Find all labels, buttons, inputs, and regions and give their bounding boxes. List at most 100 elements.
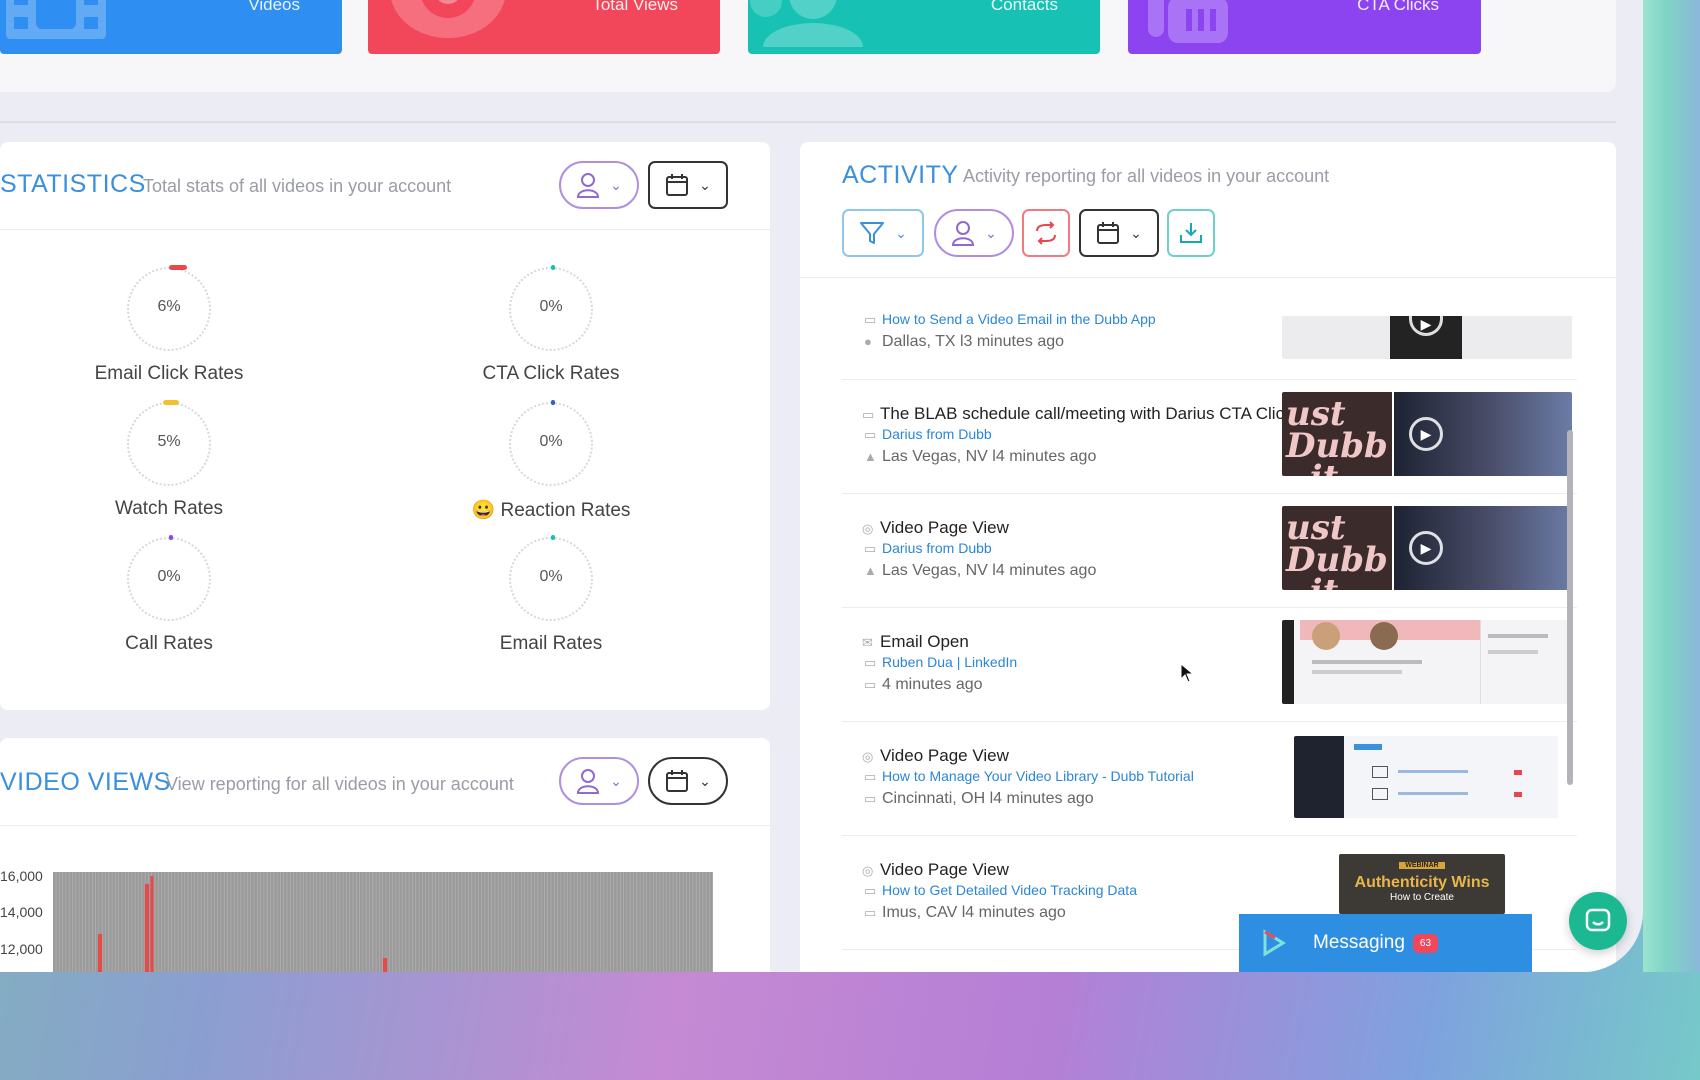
desktop-icon: ▭ <box>864 791 877 806</box>
activity-row-link[interactable]: ▭ Darius from Dubb <box>864 426 992 443</box>
webinar-headline: Authenticity Wins <box>1354 874 1490 891</box>
activity-row[interactable]: ✉ Email Open ▭ Ruben Dua | LinkedIn ▭ 4 min… <box>842 608 1577 722</box>
activity-row[interactable]: ▭ The BLAB schedule call/meeting with Dar… <box>842 380 1577 494</box>
activity-row-meta: ▭ Cincinnati, OH l4 minutes ago <box>864 790 1094 808</box>
activity-download-button[interactable] <box>1167 209 1215 257</box>
meta-text: Imus, CAV l4 minutes ago <box>882 904 1066 921</box>
activity-row[interactable]: ◎ Video Page View ▭ Darius from Dubb ▲ Las … <box>842 494 1577 608</box>
link-text[interactable]: How to Manage Your Video Library - Dubb … <box>882 768 1194 784</box>
chat-launcher-button[interactable] <box>1569 892 1627 950</box>
title-text: Video Page View <box>880 746 1009 765</box>
thumbnail-text-line <box>1312 660 1422 664</box>
gauge-value: 6% <box>157 298 181 315</box>
kpi-card-contacts[interactable]: Contacts <box>748 0 1100 54</box>
video-views-date-filter[interactable]: ⌄ <box>648 757 728 805</box>
chevron-down-icon: ⌄ <box>699 176 711 193</box>
link-text[interactable]: Darius from Dubb <box>882 540 992 556</box>
chevron-down-icon: ⌄ <box>610 772 622 789</box>
link-text[interactable]: Darius from Dubb <box>882 426 992 442</box>
activity-refresh-button[interactable] <box>1022 209 1070 257</box>
activity-scrollbar[interactable] <box>1567 430 1573 785</box>
thumbnail-badge <box>1514 792 1522 797</box>
android-icon: ▲ <box>864 449 877 464</box>
gauge-ring: 0% <box>127 535 211 621</box>
meta-text: Las Vegas, NV l4 minutes ago <box>882 562 1097 579</box>
activity-row-link[interactable]: ▭ How to Get Detailed Video Tracking Data <box>864 882 1137 899</box>
gauge-ring: 0% <box>509 535 593 621</box>
thumbnail-badge <box>1514 770 1522 775</box>
activity-row[interactable]: ▭ How to Send a Video Email in the Dubb A… <box>842 278 1577 380</box>
video-thumbnail[interactable]: ▶ <box>1282 316 1572 359</box>
calendar-icon <box>666 174 689 196</box>
title-text: Video Page View <box>880 518 1009 537</box>
statistics-subtitle: Total stats of all videos in your accoun… <box>143 176 452 196</box>
video-icon: ▭ <box>864 427 877 442</box>
activity-row-link[interactable]: ▭ How to Send a Video Email in the Dubb A… <box>864 311 1156 328</box>
chevron-down-icon: ⌄ <box>1130 224 1142 241</box>
video-views-user-filter[interactable]: ⌄ <box>559 757 639 805</box>
link-text[interactable]: How to Get Detailed Video Tracking Data <box>882 882 1137 898</box>
activity-row-meta: ▲ Las Vegas, NV l4 minutes ago <box>864 562 1096 580</box>
activity-row-meta: ▲ Las Vegas, NV l4 minutes ago <box>864 448 1096 466</box>
webinar-thumbnail[interactable]: WEBINAR Authenticity Wins How to Create <box>1339 854 1505 914</box>
thumbnail-sidebar <box>1294 736 1344 818</box>
apple-icon: ● <box>864 334 872 349</box>
smiley-icon: 😀 <box>471 500 496 521</box>
messaging-bar[interactable]: Messaging 63 <box>1239 914 1532 972</box>
gauge-value: 0% <box>539 568 563 585</box>
download-icon <box>1180 223 1202 243</box>
activity-subtitle: Activity reporting for all videos in you… <box>963 166 1330 186</box>
play-icon: ▶ <box>1409 417 1443 451</box>
statistics-card: STATISTICS Total stats of all videos in … <box>0 142 770 710</box>
video-thumbnail[interactable]: ustDubb it ▶ <box>1282 392 1572 476</box>
gauge-mark <box>551 265 555 270</box>
messaging-badge: 63 <box>1412 933 1439 953</box>
user-icon <box>952 221 975 246</box>
video-views-header: VIDEO VIEWS View reporting for all video… <box>0 738 770 826</box>
gauge-reaction-rates: 0% 😀 Reaction Rates <box>451 400 651 522</box>
kpi-card-cta-clicks[interactable]: CTA Clicks <box>1128 0 1481 54</box>
activity-title: ACTIVITY <box>842 161 959 189</box>
webinar-sub: How to Create <box>1390 892 1454 903</box>
video-thumbnail[interactable]: ustDubb it ▶ <box>1282 506 1572 590</box>
section-divider <box>0 121 1616 123</box>
activity-row-link[interactable]: ▭ Darius from Dubb <box>864 540 992 557</box>
thumbnail-divider <box>1480 620 1481 704</box>
activity-user-filter[interactable]: ⌄ <box>934 209 1014 257</box>
kpi-label: Contacts <box>990 0 1058 14</box>
mouse-cursor-icon <box>1180 663 1194 683</box>
video-icon: ▭ <box>864 655 877 670</box>
link-text[interactable]: Ruben Dua | LinkedIn <box>882 654 1017 670</box>
chart-plot <box>53 872 713 972</box>
messaging-label: Messaging <box>1313 932 1405 953</box>
activity-type-filter[interactable]: ⌄ <box>842 209 924 257</box>
activity-row-link[interactable]: ▭ Ruben Dua | LinkedIn <box>864 654 1017 671</box>
library-thumbnail[interactable] <box>1294 736 1558 818</box>
desktop-icon: ▭ <box>864 677 877 692</box>
chevron-down-icon: ⌄ <box>610 176 622 193</box>
statistics-user-filter[interactable]: ⌄ <box>559 161 639 209</box>
gauge-mark <box>169 535 173 540</box>
kpi-label: Videos <box>248 0 300 14</box>
activity-row-link[interactable]: ▭ How to Manage Your Video Library - Dubb… <box>864 768 1194 785</box>
linkedin-thumbnail[interactable] <box>1282 620 1572 704</box>
gauge-mark <box>163 400 179 405</box>
gauge-label: CTA Click Rates <box>482 363 620 384</box>
meta-text: Cincinnati, OH l4 minutes ago <box>882 790 1094 807</box>
statistics-date-filter[interactable]: ⌄ <box>648 161 728 209</box>
link-text[interactable]: How to Send a Video Email in the Dubb Ap… <box>882 311 1156 327</box>
gauge-label: 😀 Reaction Rates <box>451 498 651 522</box>
kpi-card-videos[interactable]: Videos <box>0 0 342 54</box>
kpi-card-total-views[interactable]: Total Views <box>368 0 720 54</box>
chevron-down-icon: ⌄ <box>699 772 711 789</box>
video-views-chart: 16,000 14,000 12,000 <box>0 848 770 972</box>
eye-icon: ◎ <box>862 521 874 536</box>
activity-date-filter[interactable]: ⌄ <box>1079 209 1159 257</box>
activity-row-title: ◎ Video Page View <box>862 518 1009 538</box>
activity-row[interactable]: ◎ Video Page View ▭ How to Manage Your Vid… <box>842 722 1577 836</box>
gauge-label: Email Click Rates <box>94 363 244 384</box>
thumbnail-text-line <box>1488 650 1538 654</box>
gauge-value: 0% <box>539 298 563 315</box>
thumbnail-text-line <box>1312 670 1402 674</box>
meta-text: 4 minutes ago <box>882 676 983 693</box>
